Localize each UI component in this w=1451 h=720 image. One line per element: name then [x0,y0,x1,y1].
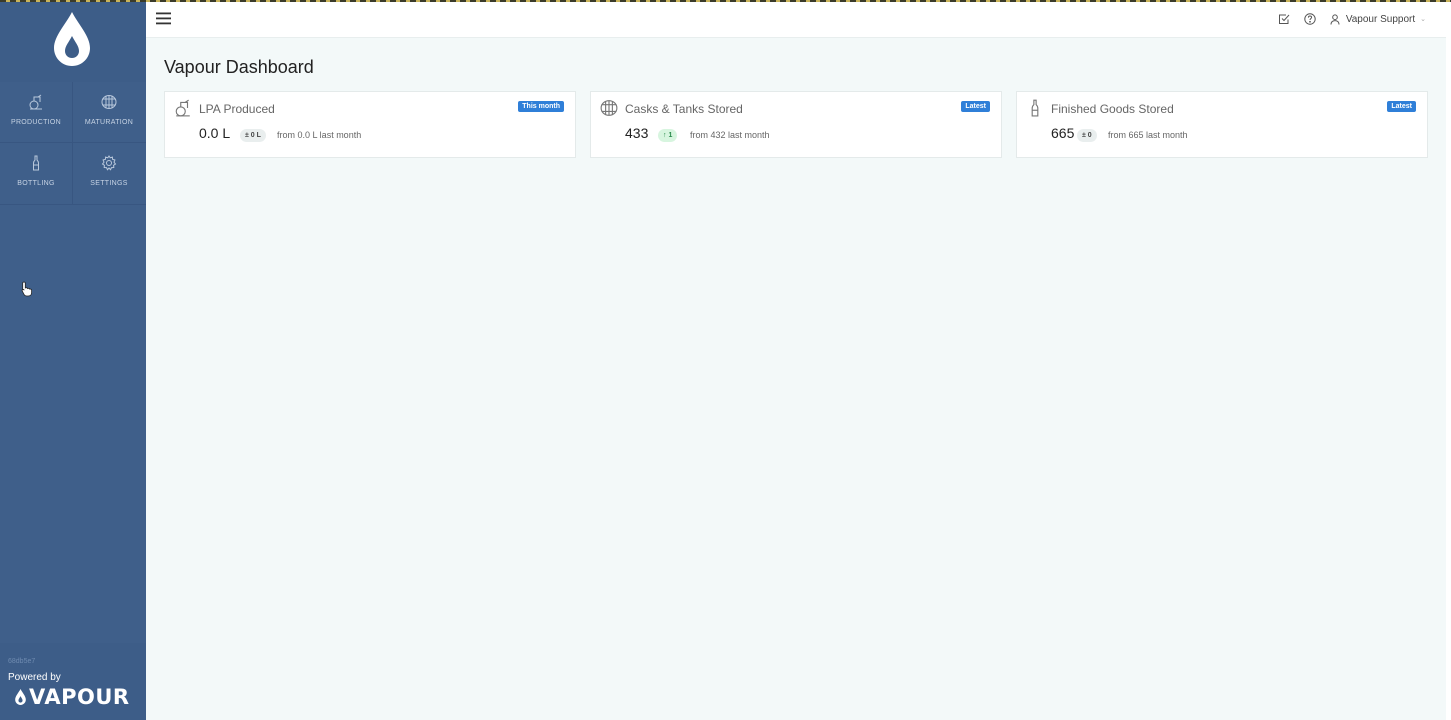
comparison-text: from 432 last month [690,130,770,140]
stat-card-casks-tanks-stored: Casks & Tanks Stored Latest 433 ↑ 1 from… [590,91,1002,158]
sidebar-item-bottling[interactable]: BOTTLING [0,143,72,203]
card-title: LPA Produced [199,102,275,116]
help-icon [1304,13,1316,25]
sidebar-footer: 68db5e7 Powered by VAPOUR [0,643,146,720]
card-value: 0.0 L [199,125,231,141]
sidebar-item-production[interactable]: PRODUCTION [0,82,72,142]
scrollbar-track [1446,0,1451,720]
droplet-logo-icon [54,12,90,66]
period-badge: Latest [1387,101,1416,112]
user-menu[interactable]: Vapour Support ⌄ [1330,14,1426,25]
logo[interactable] [0,0,146,82]
change-badge: ± 0 [1077,129,1097,142]
hand-cursor-icon [21,281,32,297]
powered-by-label: Powered by [8,672,61,683]
card-title: Finished Goods Stored [1051,102,1174,116]
gear-icon [101,155,117,171]
period-badge: This month [518,101,564,112]
page-title: Vapour Dashboard [164,57,314,77]
bottle-icon [33,155,39,171]
brand-name: VAPOUR [29,685,130,709]
sidebar-item-maturation[interactable]: MATURATION [73,82,145,142]
build-hash: 68db5e7 [8,658,36,665]
sidebar-item-label: MATURATION [84,119,134,126]
stat-card-finished-goods-stored: Finished Goods Stored Latest 665 ± 0 fro… [1016,91,1428,158]
still-icon [29,94,42,110]
menu-icon[interactable] [156,12,171,25]
user-icon [1330,13,1340,25]
droplet-logo-icon [15,689,26,705]
barrel-icon [101,95,117,109]
comparison-text: from 0.0 L last month [277,130,362,140]
tasks-button[interactable] [1278,13,1290,25]
card-value: 433 [625,125,649,141]
change-badge: ± 0 L [240,129,266,142]
divider [0,142,146,143]
user-name: Vapour Support [1345,13,1416,25]
card-title: Casks & Tanks Stored [625,102,743,116]
sidebar-item-label: PRODUCTION [10,119,62,126]
chevron-down-icon: ⌄ [1420,16,1426,23]
still-icon [175,99,190,117]
header-actions: Vapour Support ⌄ [1264,10,1426,28]
bottle-icon [1031,99,1039,117]
checkbox-icon [1278,14,1290,24]
sidebar-item-label: BOTTLING [17,180,55,187]
brand-logo: VAPOUR [14,685,130,709]
comparison-text: from 665 last month [1108,130,1188,140]
sidebar-item-label: SETTINGS [90,180,128,187]
sidebar-item-settings[interactable]: SETTINGS [73,143,145,203]
sidebar: PRODUCTION MATURATION BOTTLING SETTINGS … [0,0,146,720]
help-button[interactable] [1304,13,1316,25]
top-stripe [0,0,1451,2]
period-badge: Latest [961,101,990,112]
card-value: 665 [1051,125,1075,141]
change-badge: ↑ 1 [658,129,678,142]
stat-card-lpa-produced: LPA Produced This month 0.0 L ± 0 L from… [164,91,576,158]
divider [0,204,146,205]
top-bar: Vapour Support ⌄ [146,2,1446,38]
divider [72,82,73,204]
barrel-icon [600,100,618,116]
